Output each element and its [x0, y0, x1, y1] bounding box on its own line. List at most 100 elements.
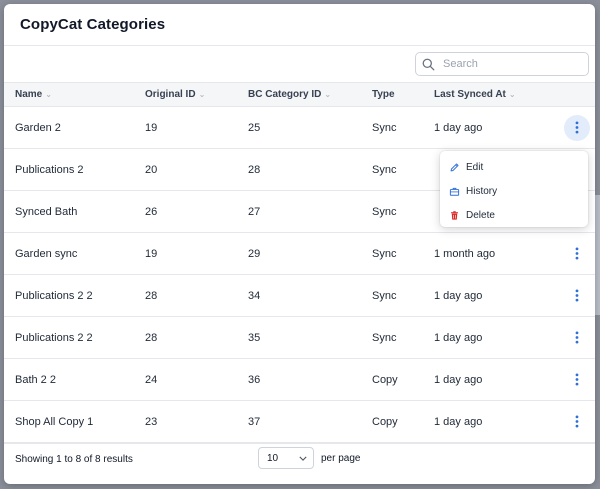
row-actions-button[interactable]	[564, 367, 590, 393]
more-vertical-icon	[575, 121, 578, 134]
pencil-icon	[450, 162, 459, 171]
menu-item-label: History	[466, 185, 498, 197]
table-header-row: Name ⌄ Original ID ⌄ BC Category ID ⌄ Type …	[4, 82, 595, 107]
cell-original-id: 24	[145, 373, 158, 386]
cell-type: Sync	[372, 205, 397, 218]
cell-original-id: 20	[145, 163, 158, 176]
cell-bc-category-id: 36	[248, 373, 261, 386]
cell-bc-category-id: 34	[248, 289, 261, 302]
column-header-label: Last Synced At	[434, 89, 506, 100]
modal-title: CopyCat Categories	[20, 16, 166, 33]
cell-type: Sync	[372, 247, 397, 260]
cell-last-synced: 1 day ago	[434, 289, 483, 302]
menu-item-label: Delete	[466, 209, 495, 221]
menu-item-label: Edit	[466, 161, 484, 173]
more-vertical-icon	[575, 331, 578, 344]
cell-original-id: 26	[145, 205, 158, 218]
column-header-name[interactable]: Name ⌄	[4, 83, 145, 107]
cell-actions	[552, 359, 595, 401]
search-input[interactable]	[441, 57, 585, 71]
cell-bc-category-id: 37	[248, 415, 261, 428]
row-actions-button[interactable]	[564, 325, 590, 351]
menu-item-delete[interactable]: Delete	[440, 203, 588, 227]
cell-name: Garden 2	[15, 121, 61, 134]
cell-name: Publications 2	[15, 163, 84, 176]
cell-last-synced: 1 day ago	[434, 121, 483, 134]
menu-item-edit[interactable]: Edit	[440, 155, 588, 179]
results-summary: Showing 1 to 8 of 8 results	[15, 454, 133, 465]
cell-original-id: 23	[145, 415, 158, 428]
cell-bc-category-id: 29	[248, 247, 261, 260]
cell-actions	[552, 107, 595, 149]
categories-table: Name ⌄ Original ID ⌄ BC Category ID ⌄ Type …	[4, 82, 595, 443]
sort-chevron-icon: ⌄	[508, 90, 516, 99]
cell-actions	[552, 317, 595, 359]
cell-bc-category-id: 27	[248, 205, 261, 218]
cell-actions	[552, 275, 595, 317]
row-actions-button[interactable]	[564, 241, 590, 267]
search-icon	[422, 58, 435, 70]
column-header-bc-category-id[interactable]: BC Category ID ⌄	[248, 83, 372, 107]
cell-last-synced: 1 day ago	[434, 415, 483, 428]
table-row: Garden 2 19 25 Sync 1 day ago	[4, 107, 595, 149]
more-vertical-icon	[575, 415, 578, 428]
per-page-label: per page	[321, 452, 361, 464]
briefcase-icon	[449, 187, 460, 196]
cell-original-id: 28	[145, 289, 158, 302]
row-actions-button[interactable]	[563, 114, 590, 141]
cell-name: Publications 2 2	[15, 331, 93, 344]
trash-icon	[451, 210, 458, 220]
more-vertical-icon	[575, 247, 578, 260]
column-header-type: Type	[372, 83, 434, 107]
cell-name: Bath 2 2	[15, 373, 56, 386]
cell-bc-category-id: 35	[248, 331, 261, 344]
column-header-label: Type	[372, 89, 395, 100]
cell-actions	[552, 233, 595, 275]
cell-original-id: 19	[145, 121, 158, 134]
menu-item-history[interactable]: History	[440, 179, 588, 203]
column-header-label: BC Category ID	[248, 89, 322, 100]
row-actions-button[interactable]	[564, 409, 590, 435]
cell-type: Copy	[372, 373, 398, 386]
table-row: Garden sync 19 29 Sync 1 month ago	[4, 233, 595, 275]
table-row: Shop All Copy 1 23 37 Copy 1 day ago	[4, 401, 595, 443]
column-header-label: Original ID	[145, 89, 196, 100]
per-page-value: 10	[267, 452, 279, 464]
cell-type: Copy	[372, 415, 398, 428]
cell-bc-category-id: 28	[248, 163, 261, 176]
table-row: Bath 2 2 24 36 Copy 1 day ago	[4, 359, 595, 401]
cell-type: Sync	[372, 163, 397, 176]
sort-chevron-icon: ⌄	[45, 90, 52, 99]
cell-name: Synced Bath	[15, 205, 78, 218]
cell-bc-category-id: 25	[248, 121, 261, 134]
cell-last-synced: 1 day ago	[434, 331, 483, 344]
chevron-down-icon	[299, 456, 307, 461]
table-row: Publications 2 2 28 35 Sync 1 day ago	[4, 317, 595, 359]
cell-original-id: 19	[145, 247, 158, 260]
more-vertical-icon	[575, 289, 578, 302]
search-box[interactable]	[415, 52, 589, 76]
cell-last-synced: 1 month ago	[434, 247, 496, 260]
column-header-label: Name	[15, 89, 43, 100]
pagination-footer: Showing 1 to 8 of 8 results 10 per page	[4, 443, 595, 475]
row-actions-menu: Edit History Delete	[440, 151, 588, 227]
toolbar	[4, 46, 595, 82]
cell-actions	[552, 401, 595, 443]
cell-name: Shop All Copy 1	[15, 415, 94, 428]
categories-modal: CopyCat Categories Name⌄ Original ID⌄ BC…	[4, 4, 595, 484]
column-header-original-id[interactable]: Original ID ⌄	[145, 83, 248, 107]
cell-name: Garden sync	[15, 247, 78, 260]
cell-name: Publications 2 2	[15, 289, 93, 302]
column-header-actions	[552, 83, 595, 107]
cell-last-synced: 1 day ago	[434, 373, 483, 386]
per-page-control: 10 per page	[258, 447, 360, 469]
table-row: Publications 2 2 28 34 Sync 1 day ago	[4, 275, 595, 317]
cell-type: Sync	[372, 331, 397, 344]
column-header-last-synced[interactable]: Last Synced At ⌄	[434, 83, 552, 107]
cell-type: Sync	[372, 289, 397, 302]
more-vertical-icon	[575, 373, 578, 386]
cell-type: Sync	[372, 121, 397, 134]
modal-header: CopyCat Categories	[4, 4, 595, 46]
per-page-select[interactable]: 10	[258, 447, 314, 469]
row-actions-button[interactable]	[564, 283, 590, 309]
